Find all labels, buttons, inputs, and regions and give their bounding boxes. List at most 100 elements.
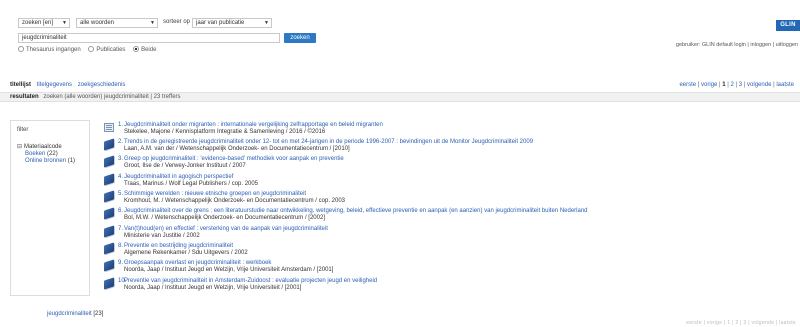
pager-next[interactable]: volgende [747, 82, 771, 88]
tab-titelgegevens[interactable]: titelgegevens [37, 82, 72, 88]
results-count: 23 treffers [153, 94, 181, 100]
thesaurus-term-link[interactable]: jeugdcriminaliteit [23] [47, 311, 103, 317]
result-title-link[interactable]: Preventie en bestrijding jeugdcriminalit… [124, 243, 233, 249]
pager-first[interactable]: eerste [679, 82, 696, 88]
tab-titellijst[interactable]: titellijst [10, 82, 31, 88]
glin-logo: GLIN [776, 20, 800, 31]
result-number: 3. [118, 156, 124, 162]
scope-select[interactable]: alle woorden ▼ [76, 18, 158, 28]
pager-page-2[interactable]: 2 [731, 82, 734, 88]
sort-select-value: jaar van publicatie [196, 20, 245, 26]
radio-circle-icon [18, 46, 24, 52]
sort-label: sorteer op [163, 19, 191, 25]
result-title-link[interactable]: Schimmige werelden : nieuwe etnische gro… [124, 191, 306, 197]
facet-item-boeken[interactable]: Boeken (22) [25, 151, 58, 157]
field-select[interactable]: zoeken [en] ▼ [18, 18, 70, 28]
results-bar: resultaten zoeken (alle woorden) jeugdcr… [0, 92, 800, 102]
book-icon [104, 242, 114, 255]
radio-beide[interactable]: Beide [133, 46, 156, 53]
search-button[interactable]: zoeken [284, 33, 316, 43]
result-number: 7. [118, 226, 124, 232]
book-icon [104, 259, 114, 272]
result-details: Algemene Rekenkamer / Sdu Uitgevers / 20… [124, 250, 248, 256]
radio-circle-icon [88, 46, 95, 52]
result-title-link[interactable]: Jeugdcriminaliteit in agogisch perspecti… [124, 174, 233, 180]
view-tabs: titellijst titelgegevens zoekgeschiedeni… [10, 82, 129, 88]
book-icon [104, 155, 114, 168]
facet-item-label: Online bronnen [25, 158, 67, 164]
radio-label: Beide [141, 47, 157, 53]
result-title-link[interactable]: Preventie van jeugdcriminaliteit in Amst… [124, 278, 377, 284]
result-row: 6. Jeugdcriminaliteit over de grens : ee… [104, 207, 794, 222]
filter-title: filter [17, 127, 29, 133]
search-header: zoeken [en] ▼ alle woorden ▼ sorteer op … [0, 0, 800, 62]
result-row: 2. Trends in de geregistreerde jeugdcrim… [104, 138, 794, 153]
pager-page-3[interactable]: 3 [739, 82, 742, 88]
result-number: 9. [118, 260, 124, 266]
result-details: Groot, Ilse de / Verwey-Jonker Instituut… [124, 163, 246, 169]
bottom-pager[interactable]: eerste | vorige | 1 | 2 | 3 | volgende |… [686, 320, 796, 326]
results-label: resultaten [10, 94, 39, 100]
facet-item-online-bronnen[interactable]: Online bronnen (1) [25, 158, 75, 164]
result-title-link[interactable]: Trends in de geregistreerde jeugdcrimina… [124, 139, 533, 145]
radio-publicaties[interactable]: Publicaties [88, 46, 125, 53]
result-number: 2. [118, 139, 124, 145]
result-title-link[interactable]: Greep op jeugdcriminaliteit : 'evidence-… [124, 156, 344, 162]
result-title-link[interactable]: Jeugdcriminaliteit over de grens : een l… [124, 208, 588, 214]
facet-materiaalcode[interactable]: ⊟ Materiaalcode [17, 143, 62, 150]
collapse-icon: ⊟ [17, 144, 23, 150]
pager: eerste | vorige | 1 | 2 | 3 | volgende |… [679, 82, 794, 88]
book-icon [104, 173, 114, 186]
result-details: Ministerie van Justitie / 2002 [124, 233, 200, 239]
result-title-link[interactable]: Van(t)houd(en) en effectief : versterkin… [124, 226, 328, 232]
filter-panel: filter ⊟ Materiaalcode Boeken (22) Online… [10, 120, 90, 296]
chevron-down-icon: ▼ [264, 20, 269, 26]
term-count: [23] [93, 311, 104, 317]
result-title-link[interactable]: Jeugdcriminaliteit onder migranten : int… [124, 122, 383, 128]
result-row: 3. Greep op jeugdcriminaliteit : 'eviden… [104, 155, 794, 170]
result-number: 5. [118, 191, 124, 197]
book-icon [104, 207, 114, 220]
tab-zoekgeschiedenis[interactable]: zoekgeschiedenis [78, 82, 126, 88]
result-details: Bol, M.W. / Wetenschappelijk Onderzoek- … [124, 215, 325, 221]
facet-item-count: (1) [67, 158, 76, 164]
result-row: 5. Schimmige werelden : nieuwe etnische … [104, 190, 794, 205]
result-details: Laan, A.M. van der / Wetenschappelijk On… [124, 146, 350, 152]
result-row: 8. Preventie en bestrijding jeugdcrimina… [104, 242, 794, 257]
term-label: jeugdcriminaliteit [47, 311, 92, 317]
search-mode-radios: Thesaurus ingangen Publicaties Beide [18, 46, 162, 53]
chevron-down-icon: ▼ [62, 20, 67, 26]
result-number: 1. [118, 122, 124, 128]
facet-item-label: Boeken [25, 151, 46, 157]
search-input[interactable]: jeugdcriminaliteit [18, 33, 280, 43]
result-row: 1. Jeugdcriminaliteit onder migranten : … [104, 121, 794, 136]
book-icon [104, 225, 114, 238]
result-row: 10. Preventie van jeugdcriminaliteit in … [104, 277, 794, 292]
scope-select-value: alle woorden [80, 20, 115, 26]
sort-select[interactable]: jaar van publicatie ▼ [192, 18, 272, 28]
result-details: Traas, Marinus / Wolf Legal Publishers /… [124, 181, 259, 187]
result-details: Stekelee, Majone / Kennisplatform Integr… [124, 129, 326, 135]
book-icon [104, 190, 114, 203]
book-icon [104, 138, 114, 151]
result-details: Noorda, Jaap / Instituut Jeugd en Welzij… [124, 267, 334, 273]
pager-prev[interactable]: vorige [701, 82, 717, 88]
radio-thesaurus[interactable]: Thesaurus ingangen [18, 46, 81, 53]
pager-page-1: 1 [722, 82, 726, 88]
pager-last[interactable]: laatste [776, 82, 794, 88]
chevron-down-icon: ▼ [150, 20, 155, 26]
results-query: zoeken (alle woorden) jeugdcriminaliteit [43, 94, 149, 100]
facet-item-count: (22) [47, 151, 58, 157]
field-select-value: zoeken [en] [22, 20, 54, 26]
radio-selected-icon [133, 46, 140, 52]
result-title-link[interactable]: Groepsaanpak overlast en jeugdcriminalit… [124, 260, 271, 266]
result-details: Noorda, Jaap / Instituut Jeugd en Welzij… [124, 285, 302, 291]
result-row: 7. Van(t)houd(en) en effectief : verster… [104, 225, 794, 240]
radio-label: Thesaurus ingangen [26, 47, 81, 53]
result-number: 8. [118, 243, 124, 249]
facet-title: Materiaalcode [24, 144, 62, 150]
result-row: 9. Groepsaanpak overlast en jeugdcrimina… [104, 259, 794, 274]
result-number: 4. [118, 174, 124, 180]
result-number: 6. [118, 208, 124, 214]
user-login-links[interactable]: gebruiker: GLIN default login | inloggen… [676, 42, 798, 48]
